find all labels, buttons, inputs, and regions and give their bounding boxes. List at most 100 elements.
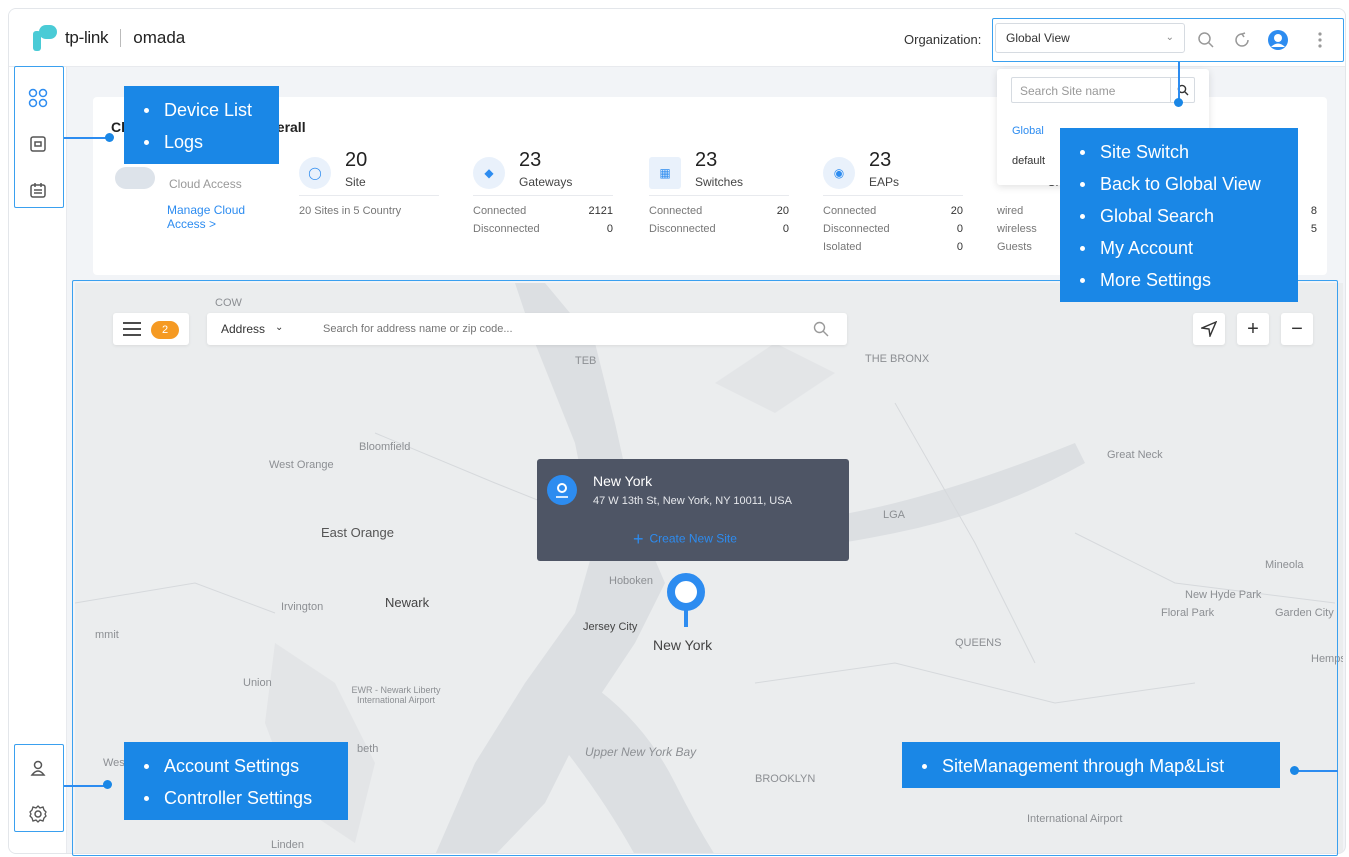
stat-row-value: 0 (782, 223, 789, 235)
map-label: Hempst (1311, 653, 1343, 665)
annotation-item: Account Settings (138, 750, 334, 782)
stat-row: Connected 20 (649, 205, 789, 217)
connector-dot (1174, 98, 1183, 107)
map-label: Union (243, 677, 272, 689)
connector-line (1296, 770, 1338, 772)
top-bar: tp-link omada Organization: Global View … (9, 9, 1345, 67)
stat-row-label: Disconnected (649, 223, 716, 235)
tp-link-logo-icon (31, 25, 57, 51)
zoom-in-icon[interactable]: + (1237, 313, 1269, 345)
brand-logo[interactable]: tp-link omada (31, 25, 185, 51)
site-popup: New York 47 W 13th St, New York, NY 1001… (537, 459, 849, 561)
annotation-item: Global Search (1074, 200, 1284, 232)
map-label: New Hyde Park (1185, 589, 1262, 601)
map-label: Mineola (1265, 559, 1304, 571)
map-label: Upper New York Bay (585, 745, 697, 759)
manage-cloud-link-line1: Manage Cloud (167, 203, 246, 217)
stat-row: 20 Sites in 5 Country (299, 205, 439, 217)
map-label: Irvington (281, 601, 324, 613)
map-label: Floral Park (1161, 607, 1215, 619)
list-menu-icon (123, 322, 141, 336)
map-label: TEB (575, 355, 597, 367)
stat-row: Disconnected 0 (649, 223, 789, 235)
divider (299, 195, 439, 196)
annotation-nav: Device List Logs (124, 86, 279, 164)
stat-row-value: 20 (950, 205, 963, 217)
site-count-badge: 2 (151, 321, 179, 339)
manage-cloud-access-link[interactable]: Manage Cloud Access > (167, 203, 245, 231)
address-type-select[interactable]: Address ⌄ (221, 322, 283, 336)
map-label: New York (653, 637, 713, 653)
plus-icon: + (633, 529, 644, 549)
stat-name: Site (345, 175, 366, 189)
site-search-input[interactable]: Search Site name (1011, 77, 1195, 103)
device-list-icon[interactable] (27, 133, 49, 155)
divider (823, 195, 963, 196)
dashboard-icon[interactable] (27, 87, 49, 109)
account-avatar-icon[interactable] (1267, 29, 1289, 51)
stat-row-label: Disconnected (473, 223, 540, 235)
site-option-default[interactable]: default (1012, 155, 1045, 167)
stat-row-label: Isolated (823, 241, 862, 253)
stat-row: Connected 20 (823, 205, 963, 217)
map-label: COW (215, 297, 242, 309)
controller-settings-icon[interactable] (27, 803, 49, 825)
annotation-item: Site Switch (1074, 136, 1284, 168)
manage-cloud-link-line2: Access > (167, 217, 217, 231)
search-icon[interactable] (813, 321, 829, 337)
annotation-map: SiteManagement through Map&List (902, 742, 1280, 788)
refresh-icon[interactable] (1231, 29, 1253, 51)
search-icon[interactable] (1170, 78, 1194, 102)
more-settings-icon[interactable] (1309, 29, 1331, 51)
address-search-bar: Address ⌄ (207, 313, 847, 345)
brand-omada: omada (133, 28, 186, 47)
stat-row-label: wireless (997, 223, 1037, 235)
site-marker-stem (684, 609, 688, 627)
annotation-topbar: Site Switch Back to Global View Global S… (1060, 128, 1298, 302)
address-search-input[interactable] (323, 317, 803, 341)
gateway-icon: ◆ (473, 157, 505, 189)
divider (649, 195, 789, 196)
stat-row-value: 20 (776, 205, 789, 217)
annotation-item: My Account (1074, 232, 1284, 264)
stat-row-value: 8 (1310, 205, 1317, 217)
sidebar (9, 67, 67, 853)
stat-row-label: Connected (823, 205, 877, 217)
address-type-value: Address (221, 322, 266, 336)
stat-row-value: 0 (606, 223, 613, 235)
cloud-access-status: Cloud Access (169, 177, 242, 191)
map-label: LGA (883, 509, 906, 521)
brand-divider (120, 29, 122, 47)
map-label: West Orange (269, 459, 334, 471)
divider (473, 195, 613, 196)
account-settings-icon[interactable] (27, 757, 49, 779)
search-icon[interactable] (1195, 29, 1217, 51)
map-label: International Airport (1027, 813, 1123, 825)
create-new-site-button[interactable]: + Create New Site (633, 529, 737, 550)
site-search-placeholder: Search Site name (1020, 84, 1116, 98)
stat-name: Switches (695, 175, 744, 189)
organization-select[interactable]: Global View ⌄ (995, 23, 1185, 53)
locate-me-icon[interactable] (1193, 313, 1225, 345)
stat-row: Connected 2121 (473, 205, 613, 217)
map-label: QUEENS (955, 637, 1002, 649)
map-label: Bloomfield (359, 441, 411, 453)
map-label: THE BRONX (865, 353, 930, 365)
create-new-site-label: Create New Site (649, 531, 737, 546)
site-marker-icon[interactable] (667, 573, 705, 611)
stat-row-label: Disconnected (823, 223, 890, 235)
site-list-toggle[interactable]: 2 (113, 313, 189, 345)
cloud-icon (115, 167, 155, 189)
site-option-global[interactable]: Global (1012, 125, 1044, 137)
zoom-out-icon[interactable]: − (1281, 313, 1313, 345)
logs-icon[interactable] (27, 179, 49, 201)
map-label: mmit (95, 629, 119, 641)
connector-dot (1290, 766, 1299, 775)
stat-number: 23 (519, 149, 542, 171)
stat-row: Isolated 0 (823, 241, 963, 253)
annotation-item: SiteManagement through Map&List (916, 750, 1266, 782)
stat-row: Disconnected 0 (823, 223, 963, 235)
stat-row-value: 0 (956, 241, 963, 253)
annotation-item: More Settings (1074, 264, 1284, 296)
map-label: beth (357, 743, 379, 755)
